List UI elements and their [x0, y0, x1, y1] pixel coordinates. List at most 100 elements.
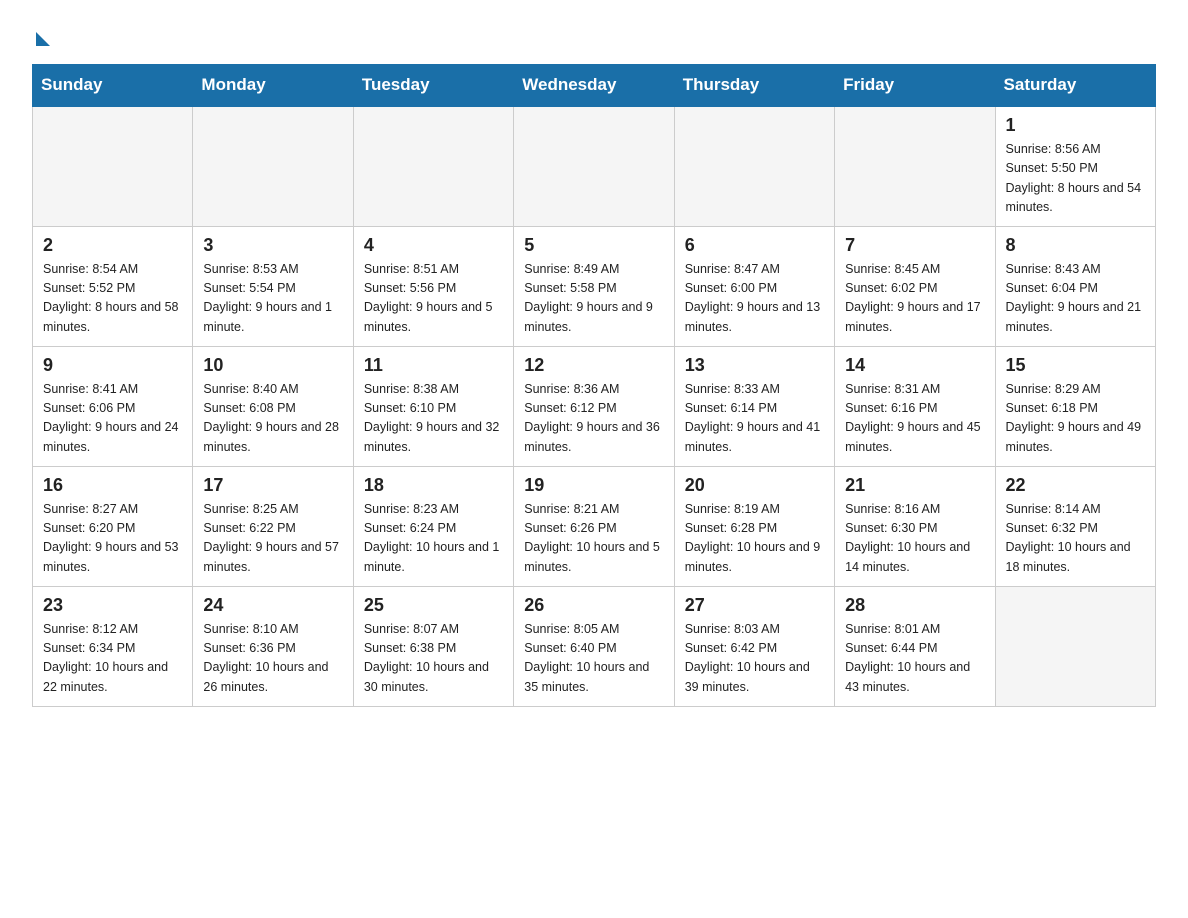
page-header: [32, 24, 1156, 46]
day-number: 19: [524, 475, 663, 496]
calendar-cell: 17 Sunrise: 8:25 AM Sunset: 6:22 PM Dayli…: [193, 466, 353, 586]
day-number: 10: [203, 355, 342, 376]
day-info: Sunrise: 8:49 AM Sunset: 5:58 PM Dayligh…: [524, 260, 663, 338]
day-info: Sunrise: 8:03 AM Sunset: 6:42 PM Dayligh…: [685, 620, 824, 698]
calendar-cell: 21 Sunrise: 8:16 AM Sunset: 6:30 PM Dayli…: [835, 466, 995, 586]
calendar-cell: 12 Sunrise: 8:36 AM Sunset: 6:12 PM Dayli…: [514, 346, 674, 466]
day-number: 25: [364, 595, 503, 616]
day-info: Sunrise: 8:38 AM Sunset: 6:10 PM Dayligh…: [364, 380, 503, 458]
calendar-week-4: 16 Sunrise: 8:27 AM Sunset: 6:20 PM Dayli…: [33, 466, 1156, 586]
day-number: 2: [43, 235, 182, 256]
day-info: Sunrise: 8:47 AM Sunset: 6:00 PM Dayligh…: [685, 260, 824, 338]
day-number: 5: [524, 235, 663, 256]
day-number: 18: [364, 475, 503, 496]
calendar-cell: [674, 106, 834, 226]
calendar-header: SundayMondayTuesdayWednesdayThursdayFrid…: [33, 65, 1156, 107]
calendar-cell: [353, 106, 513, 226]
day-number: 13: [685, 355, 824, 376]
weekday-header-row: SundayMondayTuesdayWednesdayThursdayFrid…: [33, 65, 1156, 107]
calendar-cell: 19 Sunrise: 8:21 AM Sunset: 6:26 PM Dayli…: [514, 466, 674, 586]
weekday-header-monday: Monday: [193, 65, 353, 107]
calendar-cell: 6 Sunrise: 8:47 AM Sunset: 6:00 PM Daylig…: [674, 226, 834, 346]
day-number: 8: [1006, 235, 1145, 256]
calendar-cell: 8 Sunrise: 8:43 AM Sunset: 6:04 PM Daylig…: [995, 226, 1155, 346]
day-info: Sunrise: 8:23 AM Sunset: 6:24 PM Dayligh…: [364, 500, 503, 578]
day-number: 4: [364, 235, 503, 256]
weekday-header-wednesday: Wednesday: [514, 65, 674, 107]
day-info: Sunrise: 8:31 AM Sunset: 6:16 PM Dayligh…: [845, 380, 984, 458]
day-number: 27: [685, 595, 824, 616]
day-info: Sunrise: 8:54 AM Sunset: 5:52 PM Dayligh…: [43, 260, 182, 338]
calendar-table: SundayMondayTuesdayWednesdayThursdayFrid…: [32, 64, 1156, 707]
day-info: Sunrise: 8:01 AM Sunset: 6:44 PM Dayligh…: [845, 620, 984, 698]
day-number: 22: [1006, 475, 1145, 496]
calendar-cell: [835, 106, 995, 226]
calendar-week-2: 2 Sunrise: 8:54 AM Sunset: 5:52 PM Daylig…: [33, 226, 1156, 346]
day-info: Sunrise: 8:12 AM Sunset: 6:34 PM Dayligh…: [43, 620, 182, 698]
weekday-header-thursday: Thursday: [674, 65, 834, 107]
day-number: 1: [1006, 115, 1145, 136]
calendar-cell: 11 Sunrise: 8:38 AM Sunset: 6:10 PM Dayli…: [353, 346, 513, 466]
day-number: 6: [685, 235, 824, 256]
day-info: Sunrise: 8:05 AM Sunset: 6:40 PM Dayligh…: [524, 620, 663, 698]
day-info: Sunrise: 8:33 AM Sunset: 6:14 PM Dayligh…: [685, 380, 824, 458]
weekday-header-saturday: Saturday: [995, 65, 1155, 107]
logo-arrow-icon: [36, 32, 50, 46]
day-info: Sunrise: 8:21 AM Sunset: 6:26 PM Dayligh…: [524, 500, 663, 578]
day-info: Sunrise: 8:51 AM Sunset: 5:56 PM Dayligh…: [364, 260, 503, 338]
day-info: Sunrise: 8:56 AM Sunset: 5:50 PM Dayligh…: [1006, 140, 1145, 218]
day-number: 21: [845, 475, 984, 496]
day-info: Sunrise: 8:19 AM Sunset: 6:28 PM Dayligh…: [685, 500, 824, 578]
day-number: 17: [203, 475, 342, 496]
calendar-cell: 25 Sunrise: 8:07 AM Sunset: 6:38 PM Dayli…: [353, 586, 513, 706]
calendar-cell: [514, 106, 674, 226]
day-number: 7: [845, 235, 984, 256]
day-number: 12: [524, 355, 663, 376]
day-number: 20: [685, 475, 824, 496]
calendar-cell: 4 Sunrise: 8:51 AM Sunset: 5:56 PM Daylig…: [353, 226, 513, 346]
day-info: Sunrise: 8:16 AM Sunset: 6:30 PM Dayligh…: [845, 500, 984, 578]
day-info: Sunrise: 8:40 AM Sunset: 6:08 PM Dayligh…: [203, 380, 342, 458]
calendar-cell: 22Sunrise: 8:14 AM Sunset: 6:32 PM Dayli…: [995, 466, 1155, 586]
calendar-cell: 18 Sunrise: 8:23 AM Sunset: 6:24 PM Dayli…: [353, 466, 513, 586]
calendar-cell: 5 Sunrise: 8:49 AM Sunset: 5:58 PM Daylig…: [514, 226, 674, 346]
day-number: 11: [364, 355, 503, 376]
weekday-header-tuesday: Tuesday: [353, 65, 513, 107]
day-info: Sunrise: 8:07 AM Sunset: 6:38 PM Dayligh…: [364, 620, 503, 698]
calendar-cell: 9Sunrise: 8:41 AM Sunset: 6:06 PM Daylig…: [33, 346, 193, 466]
calendar-cell: 26 Sunrise: 8:05 AM Sunset: 6:40 PM Dayli…: [514, 586, 674, 706]
day-number: 15: [1006, 355, 1145, 376]
day-number: 24: [203, 595, 342, 616]
calendar-cell: [193, 106, 353, 226]
calendar-cell: 27 Sunrise: 8:03 AM Sunset: 6:42 PM Dayli…: [674, 586, 834, 706]
day-number: 16: [43, 475, 182, 496]
day-info: Sunrise: 8:29 AM Sunset: 6:18 PM Dayligh…: [1006, 380, 1145, 458]
calendar-cell: 15 Sunrise: 8:29 AM Sunset: 6:18 PM Dayli…: [995, 346, 1155, 466]
calendar-cell: 7 Sunrise: 8:45 AM Sunset: 6:02 PM Daylig…: [835, 226, 995, 346]
logo: [32, 24, 50, 46]
calendar-cell: 16 Sunrise: 8:27 AM Sunset: 6:20 PM Dayli…: [33, 466, 193, 586]
day-info: Sunrise: 8:41 AM Sunset: 6:06 PM Dayligh…: [43, 380, 182, 458]
calendar-cell: 10 Sunrise: 8:40 AM Sunset: 6:08 PM Dayli…: [193, 346, 353, 466]
day-info: Sunrise: 8:45 AM Sunset: 6:02 PM Dayligh…: [845, 260, 984, 338]
calendar-cell: 3 Sunrise: 8:53 AM Sunset: 5:54 PM Daylig…: [193, 226, 353, 346]
day-info: Sunrise: 8:27 AM Sunset: 6:20 PM Dayligh…: [43, 500, 182, 578]
weekday-header-sunday: Sunday: [33, 65, 193, 107]
calendar-week-5: 23Sunrise: 8:12 AM Sunset: 6:34 PM Dayli…: [33, 586, 1156, 706]
day-info: Sunrise: 8:25 AM Sunset: 6:22 PM Dayligh…: [203, 500, 342, 578]
day-info: Sunrise: 8:43 AM Sunset: 6:04 PM Dayligh…: [1006, 260, 1145, 338]
calendar-cell: [33, 106, 193, 226]
day-number: 3: [203, 235, 342, 256]
calendar-cell: 28Sunrise: 8:01 AM Sunset: 6:44 PM Dayli…: [835, 586, 995, 706]
calendar-cell: 2 Sunrise: 8:54 AM Sunset: 5:52 PM Daylig…: [33, 226, 193, 346]
calendar-week-3: 9Sunrise: 8:41 AM Sunset: 6:06 PM Daylig…: [33, 346, 1156, 466]
day-info: Sunrise: 8:10 AM Sunset: 6:36 PM Dayligh…: [203, 620, 342, 698]
calendar-cell: 20 Sunrise: 8:19 AM Sunset: 6:28 PM Dayli…: [674, 466, 834, 586]
day-number: 26: [524, 595, 663, 616]
calendar-cell: [995, 586, 1155, 706]
day-info: Sunrise: 8:36 AM Sunset: 6:12 PM Dayligh…: [524, 380, 663, 458]
calendar-cell: 24 Sunrise: 8:10 AM Sunset: 6:36 PM Dayli…: [193, 586, 353, 706]
day-number: 14: [845, 355, 984, 376]
calendar-cell: 23Sunrise: 8:12 AM Sunset: 6:34 PM Dayli…: [33, 586, 193, 706]
day-info: Sunrise: 8:53 AM Sunset: 5:54 PM Dayligh…: [203, 260, 342, 338]
